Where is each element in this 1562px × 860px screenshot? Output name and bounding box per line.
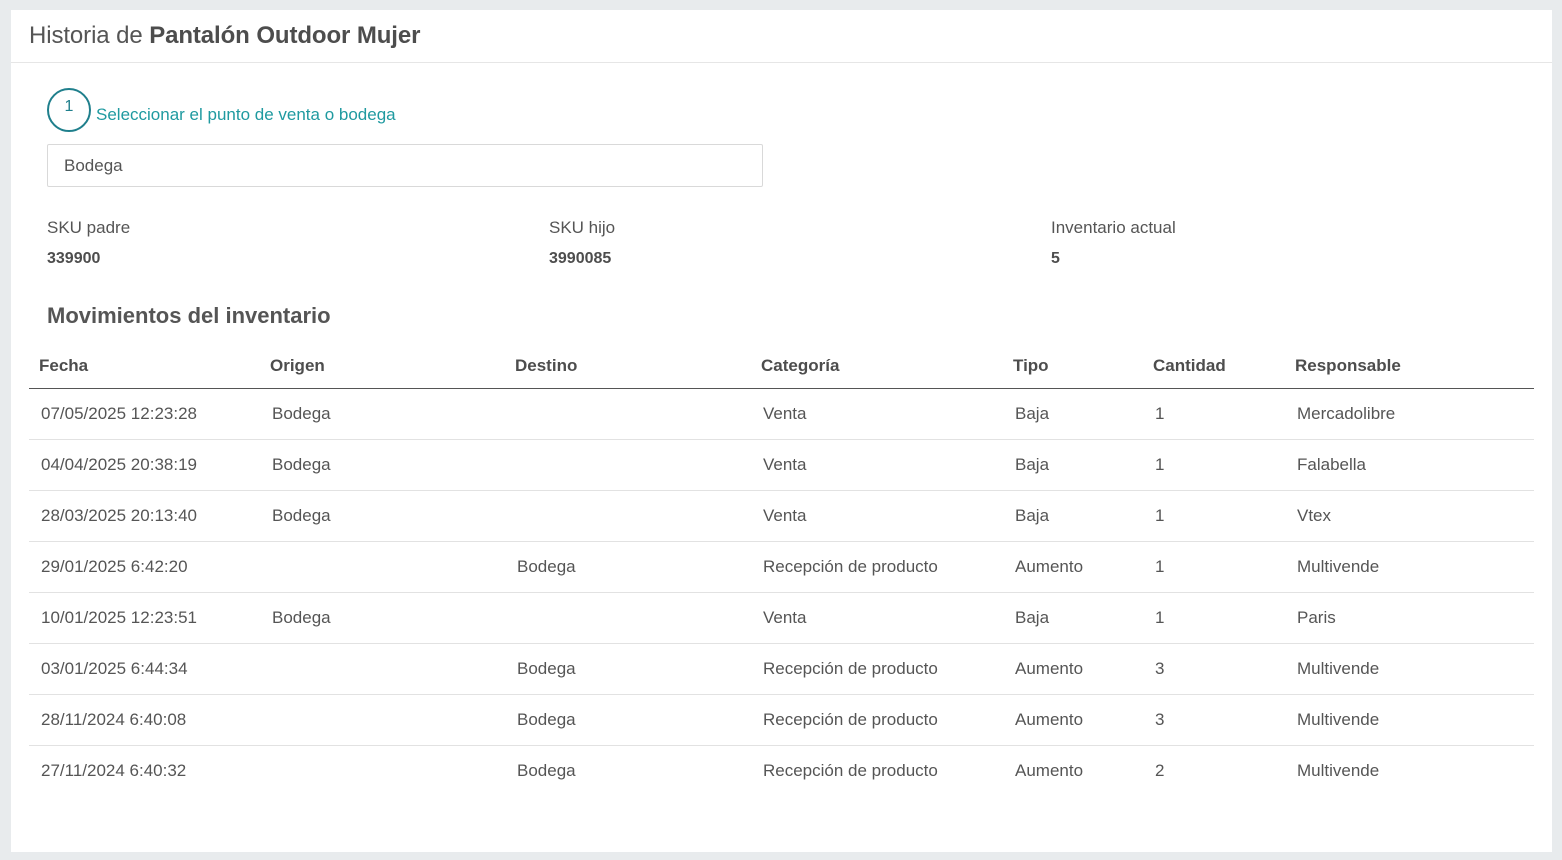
cell-responsable: Multivende <box>1285 643 1534 695</box>
column-header[interactable]: Fecha <box>29 345 260 389</box>
card-header: Historia de Pantalón Outdoor Mujer <box>11 10 1552 63</box>
cell-categoria: Venta <box>751 388 1003 440</box>
cell-responsable: Multivende <box>1285 541 1534 593</box>
sku-padre-value: 339900 <box>47 250 101 267</box>
cell-fecha: 03/01/2025 6:44:34 <box>29 643 260 695</box>
cell-destino: Bodega <box>505 694 751 746</box>
column-header[interactable]: Categoría <box>751 345 1003 389</box>
sku-padre-label: SKU padre <box>47 218 131 237</box>
cell-responsable: Paris <box>1285 592 1534 644</box>
page-title: Historia de Pantalón Outdoor Mujer <box>29 22 420 50</box>
cell-categoria: Recepción de producto <box>751 694 1003 746</box>
cell-destino <box>505 490 751 542</box>
column-header[interactable]: Origen <box>260 345 505 389</box>
cell-cantidad: 1 <box>1143 439 1285 491</box>
cell-categoria: Recepción de producto <box>763 760 938 780</box>
cell-categoria: Recepción de producto <box>751 643 1003 695</box>
cell-cantidad: 3 <box>1143 643 1285 695</box>
table-row: 07/05/2025 12:23:28 Bodega Venta Baja 1 … <box>29 388 1534 440</box>
table-row: 28/11/2024 6:40:08 Bodega Recepción de p… <box>29 694 1534 746</box>
history-card: Historia de Pantalón Outdoor Mujer 1 Sel… <box>11 10 1552 852</box>
cell-categoria: Venta <box>751 439 1003 491</box>
cell-responsable: Vtex <box>1285 490 1534 542</box>
cell-origen: Bodega <box>260 592 505 644</box>
cell-fecha: 04/04/2025 20:38:19 <box>29 439 260 491</box>
cell-fecha: 27/11/2024 6:40:32 <box>41 760 187 780</box>
column-header[interactable]: Tipo <box>1003 345 1143 389</box>
cell-destino <box>505 388 751 440</box>
cell-origen: Bodega <box>260 388 505 440</box>
cell-origen: Bodega <box>260 439 505 491</box>
cell-tipo: Aumento <box>1003 643 1143 695</box>
cell-responsable: Multivende <box>1285 694 1534 746</box>
cell-tipo: Aumento <box>1003 541 1143 593</box>
cell-destino: Bodega <box>505 643 751 695</box>
cell-categoria: Venta <box>751 592 1003 644</box>
cell-tipo: Baja <box>1003 439 1143 491</box>
table-row: 27/11/2024 6:40:32 Bodega Recepción de p… <box>29 745 1534 796</box>
table-row: 28/03/2025 20:13:40 Bodega Venta Baja 1 … <box>29 490 1534 542</box>
column-header[interactable]: Cantidad <box>1143 345 1285 389</box>
sku-hijo-label: SKU hijo <box>549 218 616 237</box>
inventory-block: Inventario actual 5 <box>1051 218 1176 268</box>
cell-tipo: Baja <box>1003 388 1143 440</box>
column-header[interactable]: Destino <box>505 345 751 389</box>
sku-hijo-value: 3990085 <box>549 250 612 267</box>
table-row: 03/01/2025 6:44:34 Bodega Recepción de p… <box>29 643 1534 695</box>
title-prefix: Historia de <box>29 22 143 49</box>
cell-origen <box>260 643 505 695</box>
sku-hijo-block: SKU hijo 3990085 <box>549 218 615 268</box>
cell-fecha: 28/03/2025 20:13:40 <box>29 490 260 542</box>
cell-responsable: Multivende <box>1297 760 1380 780</box>
table-header-row: Fecha Origen Destino Categoría Tipo Cant… <box>29 345 1534 389</box>
table-row: 10/01/2025 12:23:51 Bodega Venta Baja 1 … <box>29 592 1534 644</box>
cell-responsable: Mercadolibre <box>1285 388 1534 440</box>
cell-origen <box>260 694 505 746</box>
cell-cantidad: 1 <box>1143 490 1285 542</box>
cell-destino: Bodega <box>517 760 576 780</box>
cell-origen <box>260 745 505 796</box>
cell-destino <box>505 592 751 644</box>
movements-title: Movimientos del inventario <box>47 303 331 328</box>
location-select[interactable]: Bodega <box>47 144 763 187</box>
cell-cantidad: 1 <box>1143 592 1285 644</box>
table-row: 29/01/2025 6:42:20 Bodega Recepción de p… <box>29 541 1534 593</box>
cell-tipo: Aumento <box>1015 760 1084 780</box>
cell-categoria: Recepción de producto <box>751 541 1003 593</box>
cell-tipo: Baja <box>1003 592 1143 644</box>
cell-destino <box>505 439 751 491</box>
cell-responsable: Falabella <box>1285 439 1534 491</box>
cell-origen: Bodega <box>260 490 505 542</box>
movements-table: Fecha Origen Destino Categoría Tipo Cant… <box>29 345 1534 796</box>
cell-fecha: 10/01/2025 12:23:51 <box>29 592 260 644</box>
location-select-value: Bodega <box>64 155 123 175</box>
cell-destino: Bodega <box>505 541 751 593</box>
step-number: 1 <box>47 88 91 132</box>
cell-cantidad: 2 <box>1155 760 1165 780</box>
step-indicator: 1 Seleccionar el punto de venta o bodega <box>47 88 396 132</box>
inventory-value: 5 <box>1051 250 1060 267</box>
sku-padre-block: SKU padre 339900 <box>47 218 130 268</box>
cell-fecha: 28/11/2024 6:40:08 <box>29 694 260 746</box>
cell-cantidad: 1 <box>1143 541 1285 593</box>
table-row: 04/04/2025 20:38:19 Bodega Venta Baja 1 … <box>29 439 1534 491</box>
inventory-label: Inventario actual <box>1051 218 1176 237</box>
column-header[interactable]: Responsable <box>1285 345 1534 389</box>
cell-fecha: 07/05/2025 12:23:28 <box>29 388 260 440</box>
cell-tipo: Aumento <box>1003 694 1143 746</box>
cell-cantidad: 1 <box>1143 388 1285 440</box>
cell-tipo: Baja <box>1003 490 1143 542</box>
cell-cantidad: 3 <box>1143 694 1285 746</box>
product-name: Pantalón Outdoor Mujer <box>149 22 421 49</box>
cell-categoria: Venta <box>751 490 1003 542</box>
cell-origen <box>260 541 505 593</box>
cell-fecha: 29/01/2025 6:42:20 <box>29 541 260 593</box>
step-label: Seleccionar el punto de venta o bodega <box>96 105 396 124</box>
